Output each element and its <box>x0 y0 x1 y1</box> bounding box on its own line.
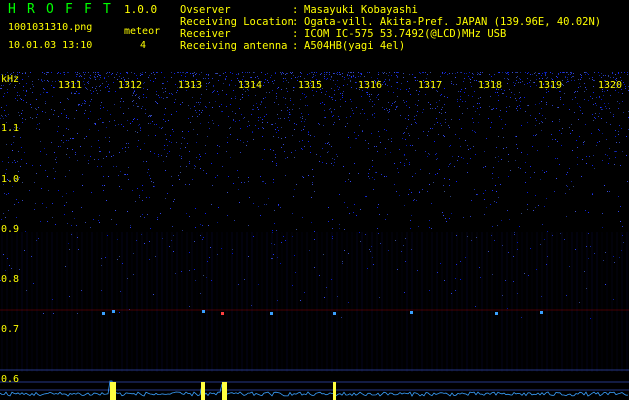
x-tick-label: 1316 <box>358 80 383 91</box>
info-value: ICOM IC-575 53.7492(@LCD)MHz USB <box>304 28 507 40</box>
column-lines <box>1 232 628 372</box>
x-tick-label: 1319 <box>538 80 563 91</box>
spectrogram <box>0 72 629 400</box>
meteor-echo <box>333 312 336 315</box>
meteor-echo <box>202 310 205 313</box>
meteor-spike <box>110 382 116 400</box>
y-tick-label: 1.0 <box>1 174 20 185</box>
spectrogram-canvas <box>0 72 629 400</box>
app-title-letter: F <box>65 2 73 17</box>
app-title-letter: T <box>103 2 111 17</box>
info-row-observer: Ovserver: Masayuki Kobayashi <box>180 4 418 16</box>
y-tick-label: 1.1 <box>1 123 20 134</box>
info-key: Ovserver <box>180 4 231 16</box>
meteor-echo <box>270 312 273 315</box>
meteor-label: meteor <box>124 26 161 37</box>
meteor-spike <box>222 382 227 400</box>
meteor-echo <box>102 312 105 315</box>
app-title-letter: O <box>46 2 54 17</box>
info-value: Ogata-vill. Akita-Pref. JAPAN (139.96E, … <box>304 16 602 28</box>
meteor-echo <box>540 311 543 314</box>
info-row-location: Receiving Location: Ogata-vill. Akita-Pre… <box>180 16 602 28</box>
x-tick-label: 1317 <box>418 80 443 91</box>
y-tick-label: 0.7 <box>1 324 20 335</box>
header-panel: H R O F F T 1.0.0 1001031310.png 10.01.0… <box>0 0 629 72</box>
info-value: A504HB(yagi 4el) <box>304 40 406 52</box>
station-info: Ovserver: Masayuki Kobayashi Receiving Lo… <box>180 4 601 52</box>
capture-datetime: 10.01.03 13:10 <box>8 40 93 51</box>
meteor-count: 4 <box>140 40 147 51</box>
info-value: Masayuki Kobayashi <box>304 4 418 16</box>
y-tick-label: 0.6 <box>1 374 20 385</box>
x-tick-label: 1313 <box>178 80 203 91</box>
meteor-echo <box>495 312 498 315</box>
meteor-echo <box>410 311 413 314</box>
info-row-antenna: Receiving antenna: A504HB(yagi 4el) <box>180 40 406 52</box>
x-tick-label: 1320 <box>598 80 623 91</box>
info-key: Receiving antenna <box>180 40 288 52</box>
info-key: Receiver <box>180 28 231 40</box>
amplitude-trace <box>0 380 629 397</box>
y-tick-label: 0.9 <box>1 224 20 235</box>
meteor-spike <box>201 382 205 400</box>
x-tick-label: 1315 <box>298 80 323 91</box>
info-key: Receiving Location <box>180 16 294 28</box>
y-tick-label: 0.8 <box>1 274 20 285</box>
noise-field <box>0 72 629 319</box>
x-tick-label: 1311 <box>58 80 83 91</box>
meteor-echo <box>221 312 224 315</box>
meteor-spike <box>333 382 336 400</box>
y-unit-label: kHz <box>1 74 20 85</box>
app-title-letter: H <box>8 2 16 17</box>
x-tick-label: 1318 <box>478 80 503 91</box>
meteor-echo <box>112 310 115 313</box>
app-title-letter: F <box>84 2 92 17</box>
x-tick-label: 1312 <box>118 80 143 91</box>
x-tick-label: 1314 <box>238 80 263 91</box>
app-title-letter: R <box>27 2 35 17</box>
app-version: 1.0.0 <box>124 3 158 16</box>
file-name: 1001031310.png <box>8 22 93 33</box>
info-row-receiver: Receiver: ICOM IC-575 53.7492(@LCD)MHz US… <box>180 28 507 40</box>
